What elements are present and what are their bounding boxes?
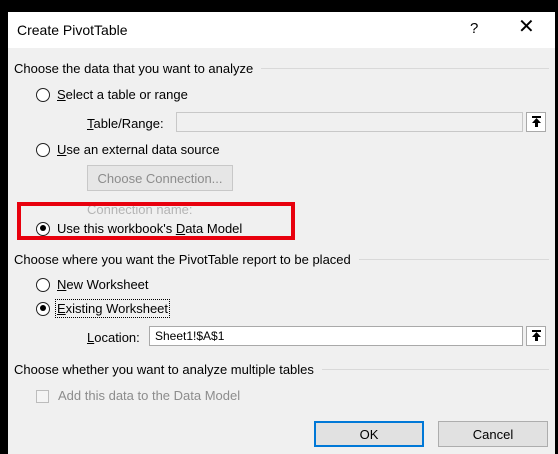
radio-label-table-range: Select a table or range <box>57 87 188 102</box>
annotation-highlight-box <box>17 202 295 240</box>
help-button[interactable]: ? <box>470 20 478 37</box>
close-icon: ✕ <box>518 16 535 38</box>
section-divider <box>321 369 549 370</box>
location-label: Location: <box>87 330 140 345</box>
destination-section-title: Choose where you want the PivotTable rep… <box>14 252 351 267</box>
add-to-data-model-label: Add this data to the Data Model <box>58 388 241 403</box>
choose-connection-button[interactable]: Choose Connection... <box>87 165 233 191</box>
destination-section-heading: Choose where you want the PivotTable rep… <box>14 252 549 267</box>
section-divider <box>358 259 549 260</box>
table-range-input[interactable] <box>176 112 523 132</box>
radio-circle-table-range[interactable] <box>36 87 50 102</box>
radio-circle-external[interactable] <box>36 142 50 157</box>
radio-external-data-source[interactable]: Use an external data source <box>36 142 220 157</box>
table-range-collapse-button[interactable] <box>526 112 546 132</box>
table-range-label: Table/Range: <box>87 116 164 131</box>
dialog-body: Choose the data that you want to analyze… <box>8 48 555 454</box>
radio-new-worksheet[interactable]: New Worksheet <box>36 277 149 292</box>
dialog-title: Create PivotTable <box>17 22 128 38</box>
location-collapse-button[interactable] <box>526 326 546 346</box>
close-button[interactable]: ✕ <box>518 17 535 37</box>
radio-label-existing-worksheet: Existing Worksheet <box>54 299 171 318</box>
add-to-data-model-checkbox[interactable] <box>36 390 49 403</box>
location-input[interactable]: Sheet1!$A$1 <box>149 326 523 346</box>
collapse-arrow-icon <box>532 116 541 127</box>
collapse-arrow-icon <box>532 330 541 341</box>
radio-label-new-worksheet: New Worksheet <box>57 277 149 292</box>
source-section-title: Choose the data that you want to analyze <box>14 61 254 76</box>
multiple-tables-section-title: Choose whether you want to analyze multi… <box>14 362 314 377</box>
radio-existing-worksheet[interactable]: Existing Worksheet <box>36 299 171 318</box>
ok-button[interactable]: OK <box>314 421 424 447</box>
multiple-tables-section-heading: Choose whether you want to analyze multi… <box>14 362 549 377</box>
radio-select-table-range[interactable]: Select a table or range <box>36 87 188 102</box>
radio-label-external: Use an external data source <box>57 142 220 157</box>
source-section-heading: Choose the data that you want to analyze <box>14 61 549 76</box>
section-divider <box>261 68 549 69</box>
cancel-button[interactable]: Cancel <box>438 421 548 447</box>
dialog-titlebar: Create PivotTable ? ✕ <box>8 12 555 48</box>
radio-circle-existing-worksheet[interactable] <box>36 301 50 316</box>
radio-circle-new-worksheet[interactable] <box>36 277 50 292</box>
